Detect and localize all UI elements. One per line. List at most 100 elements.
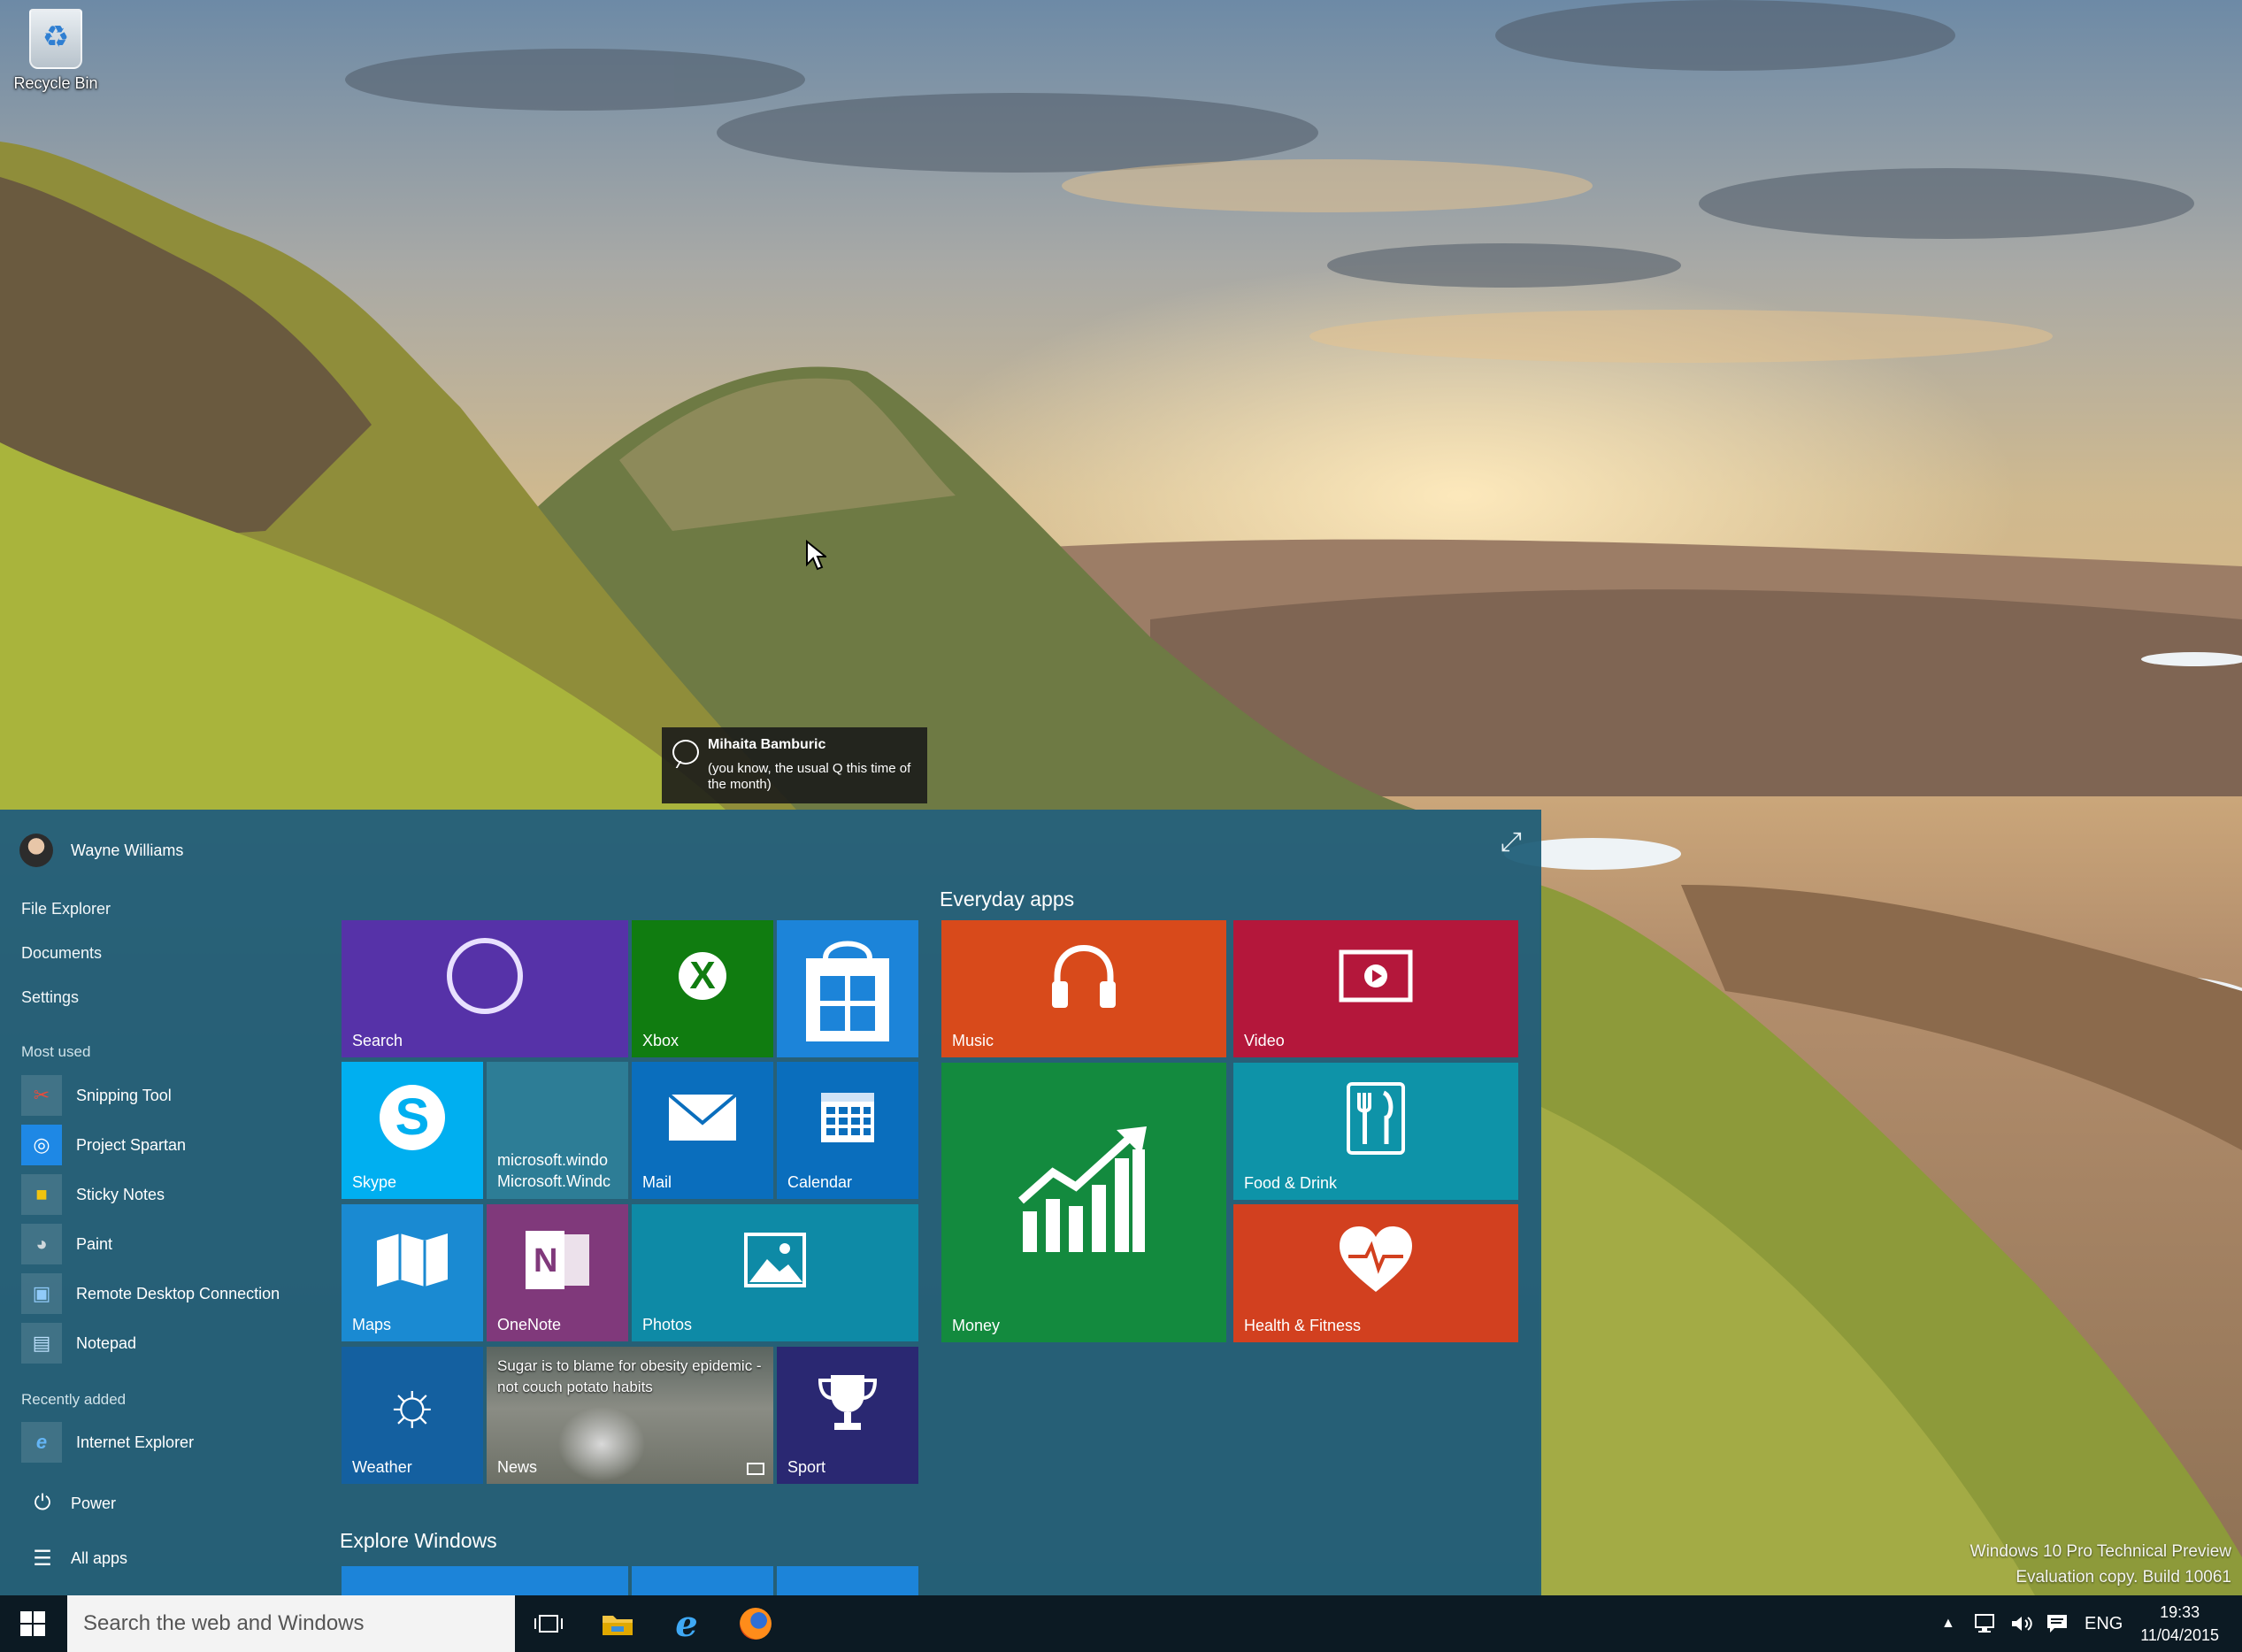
tile-music[interactable]: Music (941, 920, 1226, 1057)
tile-label: Video (1244, 1032, 1285, 1049)
avatar (19, 834, 53, 867)
app-label: Remote Desktop Connection (76, 1284, 280, 1302)
tile-news[interactable]: Sugar is to blame for obesity epidemic -… (487, 1347, 773, 1484)
envelope-icon (632, 1062, 773, 1172)
tile-health-fitness[interactable]: Health & Fitness (1233, 1204, 1518, 1342)
tile-store[interactable] (777, 920, 918, 1057)
all-apps-label: All apps (71, 1549, 128, 1567)
search-input[interactable]: Search the web and Windows (67, 1595, 515, 1652)
globe-icon: ◎ (21, 1125, 62, 1165)
tile-windows-app[interactable]: microsoft.windo Microsoft.Windc (487, 1062, 628, 1199)
firefox-icon (740, 1608, 772, 1640)
explore-windows-title: Explore Windows (340, 1529, 497, 1552)
volume-button[interactable] (2010, 1595, 2033, 1652)
speaker-icon (2012, 1617, 2032, 1631)
notification-toast[interactable]: Mihaita Bamburic (you know, the usual Q … (662, 727, 927, 803)
app-notepad[interactable]: ▤ Notepad (21, 1323, 136, 1364)
tile-weather[interactable]: ☼ Weather (342, 1347, 483, 1484)
notepad-icon: ▤ (21, 1323, 62, 1364)
show-hidden-icons-button[interactable]: ▲ (1941, 1595, 1955, 1652)
app-snipping-tool[interactable]: ✂ Snipping Tool (21, 1075, 172, 1116)
expand-icon[interactable]: ⤢ (1501, 827, 1522, 857)
chat-bubble-icon (672, 740, 699, 765)
tile-label: Sport (787, 1458, 826, 1476)
user-account-button[interactable]: Wayne Williams (19, 833, 183, 868)
app-label: Project Spartan (76, 1135, 187, 1154)
headphones-icon (941, 920, 1226, 1031)
app-project-spartan[interactable]: ◎ Project Spartan (21, 1125, 186, 1165)
place-documents[interactable]: Documents (21, 944, 102, 963)
calendar-icon (777, 1062, 918, 1172)
tile-money[interactable]: Money (941, 1063, 1226, 1342)
notification-icon (2047, 1615, 2067, 1633)
task-view-button[interactable] (517, 1595, 580, 1652)
skype-icon: S (342, 1062, 483, 1172)
list-icon: ☰ (33, 1547, 52, 1571)
taskbar: Search the web and Windows e ▲ ENG 19:33… (0, 1595, 2242, 1652)
tile-label: Maps (352, 1316, 392, 1333)
clock-button[interactable]: 19:33 11/04/2015 (2140, 1601, 2219, 1647)
windows-logo-icon (20, 1611, 45, 1636)
scissors-icon: ✂ (21, 1075, 62, 1116)
tile-label-line1: microsoft.windo (497, 1151, 609, 1169)
folder-icon (603, 1616, 633, 1635)
sun-icon: ☼ (383, 1367, 441, 1437)
fork-knife-icon (1233, 1063, 1518, 1173)
svg-text:N: N (534, 1242, 557, 1279)
most-used-header: Most used (21, 1043, 91, 1060)
input-language-button[interactable]: ENG (2085, 1595, 2123, 1652)
app-sticky-notes[interactable]: ■ Sticky Notes (21, 1174, 165, 1215)
app-remote-desktop[interactable]: ▣ Remote Desktop Connection (21, 1273, 280, 1314)
power-icon: ⏻ (34, 1491, 51, 1515)
build-watermark: Windows 10 Pro Technical Preview Evaluat… (1970, 1539, 2231, 1590)
tile-sport[interactable]: Sport (777, 1347, 918, 1484)
internet-explorer-taskbar-button[interactable]: e (655, 1595, 718, 1652)
tile-label: Search (352, 1032, 403, 1049)
tile-calendar[interactable]: Calendar (777, 1062, 918, 1199)
tile-explore-3[interactable] (777, 1566, 918, 1595)
tile-food-drink[interactable]: Food & Drink (1233, 1063, 1518, 1200)
tile-skype[interactable]: S Skype (342, 1062, 483, 1199)
start-menu: Wayne Williams ⤢ File Explorer Documents… (0, 810, 1541, 1595)
app-paint[interactable]: ◕ Paint (21, 1224, 112, 1264)
start-button[interactable] (0, 1595, 65, 1652)
place-file-explorer[interactable]: File Explorer (21, 900, 111, 918)
tile-search[interactable]: Search (342, 920, 628, 1057)
tile-label: Skype (352, 1173, 397, 1191)
tile-photos[interactable]: Photos (632, 1204, 918, 1341)
tile-explore-1[interactable] (342, 1566, 628, 1595)
tile-explore-2[interactable] (632, 1566, 773, 1595)
tile-label: Xbox (642, 1032, 680, 1049)
photo-icon (632, 1204, 918, 1315)
tile-maps[interactable]: Maps (342, 1204, 483, 1341)
heart-pulse-icon (1233, 1204, 1518, 1316)
app-internet-explorer[interactable]: e Internet Explorer (21, 1422, 194, 1463)
power-button[interactable]: ⏻ Power (30, 1491, 117, 1516)
ie-icon: e (675, 1602, 698, 1645)
recycle-bin-label: Recycle Bin (13, 74, 98, 92)
app-label: Paint (76, 1234, 113, 1253)
map-icon (342, 1204, 483, 1315)
place-settings[interactable]: Settings (21, 988, 79, 1007)
toast-message: (you know, the usual Q this time of the … (708, 761, 911, 792)
clock-time: 19:33 (2160, 1603, 2200, 1621)
tile-video[interactable]: Video (1233, 920, 1518, 1057)
news-badge-icon (747, 1463, 764, 1475)
network-button[interactable] (1975, 1595, 1998, 1652)
all-apps-button[interactable]: ☰ All apps (30, 1546, 127, 1571)
ie-icon: e (21, 1422, 62, 1463)
file-explorer-taskbar-button[interactable] (586, 1595, 649, 1652)
tile-onenote[interactable]: N OneNote (487, 1204, 628, 1341)
action-center-button[interactable] (2046, 1595, 2069, 1652)
video-icon (1233, 920, 1518, 1031)
tile-mail[interactable]: Mail (632, 1062, 773, 1199)
tile-label: Food & Drink (1244, 1174, 1338, 1192)
tile-label: Music (952, 1032, 994, 1049)
store-bag-icon (777, 920, 918, 1057)
firefox-taskbar-button[interactable] (724, 1595, 787, 1652)
app-label: Internet Explorer (76, 1433, 195, 1451)
recycle-bin[interactable]: Recycle Bin (7, 9, 104, 93)
tile-xbox[interactable]: X Xbox (632, 920, 773, 1057)
tile-label: Calendar (787, 1173, 853, 1191)
tile-label: Weather (352, 1458, 412, 1476)
